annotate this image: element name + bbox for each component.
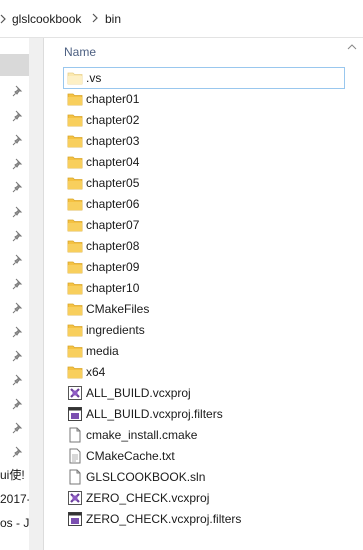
folder-icon — [67, 217, 83, 233]
pin-icon — [12, 254, 24, 266]
file-name: CMakeCache.txt — [86, 449, 175, 463]
nav-scrollbar[interactable] — [29, 38, 43, 550]
file-row[interactable]: chapter09 — [64, 257, 344, 277]
pin-icon — [12, 398, 24, 410]
file-row[interactable]: chapter04 — [64, 152, 344, 172]
folder-icon — [67, 343, 83, 359]
file-name: media — [86, 344, 119, 358]
nav-item-label[interactable]: ui使! — [0, 466, 25, 483]
pin-icon — [12, 230, 24, 242]
filters-icon — [67, 406, 83, 422]
file-row[interactable]: chapter02 — [64, 110, 344, 130]
file-name: ingredients — [86, 323, 145, 337]
file-row[interactable]: chapter06 — [64, 194, 344, 214]
file-name: chapter05 — [86, 176, 140, 190]
file-row[interactable]: x64 — [64, 362, 344, 382]
nav-item-label[interactable]: 2017- — [0, 492, 31, 506]
text-file-icon — [67, 448, 83, 464]
file-row[interactable]: ALL_BUILD.vcxproj.filters — [64, 404, 344, 424]
pin-icon — [12, 422, 24, 434]
pin-icon — [12, 374, 24, 386]
file-name: CMakeFiles — [86, 302, 150, 316]
file-name: chapter01 — [86, 92, 140, 106]
folder-icon — [67, 364, 83, 380]
file-name: chapter09 — [86, 260, 140, 274]
file-name: ALL_BUILD.vcxproj.filters — [86, 407, 223, 421]
file-row[interactable]: ZERO_CHECK.vcxproj.filters — [64, 509, 344, 529]
file-name: cmake_install.cmake — [86, 428, 198, 442]
file-name: .vs — [86, 71, 102, 85]
file-name: chapter02 — [86, 113, 140, 127]
breadcrumb-glslcookbook[interactable]: glslcookbook — [12, 12, 81, 26]
chevron-right-icon[interactable] — [90, 11, 100, 25]
pin-icon — [12, 278, 24, 290]
pin-icon — [12, 110, 24, 122]
folder-icon — [67, 91, 83, 107]
breadcrumb-bin[interactable]: bin — [105, 12, 121, 26]
file-row[interactable]: chapter10 — [64, 278, 344, 298]
folder-icon — [67, 280, 83, 296]
file-row[interactable]: chapter05 — [64, 173, 344, 193]
file-row[interactable]: ingredients — [64, 320, 344, 340]
file-row[interactable]: cmake_install.cmake — [64, 425, 344, 445]
file-name: chapter10 — [86, 281, 140, 295]
pin-icon — [12, 181, 24, 193]
nav-selected-item[interactable] — [0, 54, 29, 76]
folder-icon — [67, 259, 83, 275]
pin-icon — [12, 326, 24, 338]
file-name: chapter03 — [86, 134, 140, 148]
file-name: chapter07 — [86, 218, 140, 232]
file-name: chapter06 — [86, 197, 140, 211]
vcxproj-icon — [67, 385, 83, 401]
pin-icon — [12, 350, 24, 362]
pin-icon — [12, 134, 24, 146]
file-row[interactable]: GLSLCOOKBOOK.sln — [64, 467, 344, 487]
pin-icon — [12, 446, 24, 458]
file-row[interactable]: chapter07 — [64, 215, 344, 235]
folder-icon — [67, 112, 83, 128]
folder-icon — [67, 133, 83, 149]
navigation-pane: ui使! 2017- os - JU — [0, 38, 44, 550]
pin-icon — [12, 158, 24, 170]
folder-icon — [67, 238, 83, 254]
file-name: GLSLCOOKBOOK.sln — [86, 470, 206, 484]
folder-icon — [67, 154, 83, 170]
folder-light-icon — [67, 70, 83, 86]
pin-icon — [12, 85, 24, 97]
document-icon — [67, 427, 83, 443]
file-row[interactable]: ZERO_CHECK.vcxproj — [64, 488, 344, 508]
column-header-name[interactable]: Name — [64, 45, 96, 59]
file-row[interactable]: ALL_BUILD.vcxproj — [64, 383, 344, 403]
file-row[interactable]: chapter03 — [64, 131, 344, 151]
pin-icon — [12, 206, 24, 218]
file-name: chapter04 — [86, 155, 140, 169]
chevron-right-icon — [0, 12, 8, 26]
file-name: x64 — [86, 365, 106, 379]
file-list: Name .vs chapter01 chapter02 chapter03 chapt… — [44, 38, 363, 550]
vcxproj-icon — [67, 490, 83, 506]
file-row[interactable]: chapter08 — [64, 236, 344, 256]
pin-icon — [12, 302, 24, 314]
filters-icon — [67, 511, 83, 527]
folder-icon — [67, 322, 83, 338]
file-row[interactable]: chapter01 — [64, 89, 344, 109]
solution-icon — [67, 469, 83, 485]
file-row[interactable]: CMakeFiles — [64, 299, 344, 319]
file-row[interactable]: media — [64, 341, 344, 361]
file-name: ZERO_CHECK.vcxproj.filters — [86, 512, 242, 526]
chevron-up-icon[interactable] — [347, 40, 357, 50]
folder-icon — [67, 301, 83, 317]
folder-icon — [67, 196, 83, 212]
file-row[interactable]: CMakeCache.txt — [64, 446, 344, 466]
file-name: chapter08 — [86, 239, 140, 253]
file-name: ZERO_CHECK.vcxproj — [86, 491, 210, 505]
file-name: ALL_BUILD.vcxproj — [86, 386, 191, 400]
address-bar[interactable]: glslcookbook bin — [0, 0, 363, 38]
file-row[interactable]: .vs — [63, 67, 345, 89]
folder-icon — [67, 175, 83, 191]
